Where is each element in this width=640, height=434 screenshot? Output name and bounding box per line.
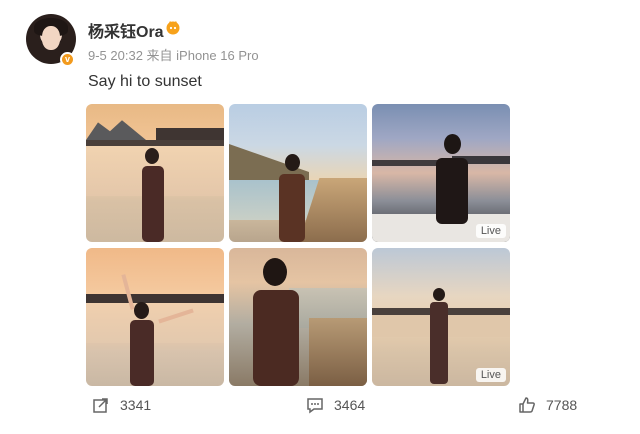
photo-6-figure (426, 288, 452, 384)
photo-1[interactable] (86, 104, 224, 242)
post-text: Say hi to sunset (88, 73, 202, 90)
live-badge: Live (475, 224, 506, 238)
share-button[interactable]: 3341 (92, 396, 151, 414)
share-count: 3341 (120, 397, 152, 413)
photo-4-figure (114, 274, 194, 386)
post-meta: 9-5 20:32 来自 iPhone 16 Pro (88, 48, 259, 63)
like-icon (519, 397, 535, 413)
photo-3[interactable]: Live (372, 104, 510, 242)
share-icon (93, 398, 108, 413)
photo-3-figure (428, 134, 476, 224)
photo-5[interactable] (229, 248, 367, 386)
comment-button[interactable]: 3464 (306, 396, 365, 414)
photo-5-figure (245, 258, 307, 386)
comment-icon (307, 398, 323, 414)
photo-5-rail (309, 318, 367, 386)
photo-1-hills (86, 120, 146, 140)
like-button[interactable]: 7788 (518, 396, 577, 414)
photo-4[interactable] (86, 248, 224, 386)
comment-count: 3464 (334, 397, 366, 413)
username[interactable]: 杨采钰Ora (88, 18, 164, 42)
avatar-face (42, 26, 60, 50)
like-count: 7788 (546, 397, 578, 413)
photo-6[interactable]: Live (372, 248, 510, 386)
vip-icon (166, 21, 180, 35)
photo-1-huts (156, 128, 224, 140)
live-badge: Live (475, 368, 506, 382)
verified-icon: v (60, 52, 75, 67)
photo-1-figure (132, 148, 172, 242)
photo-2[interactable] (229, 104, 367, 242)
action-bar: 3341 3464 7788 (0, 396, 640, 420)
photo-2-figure (269, 154, 313, 242)
